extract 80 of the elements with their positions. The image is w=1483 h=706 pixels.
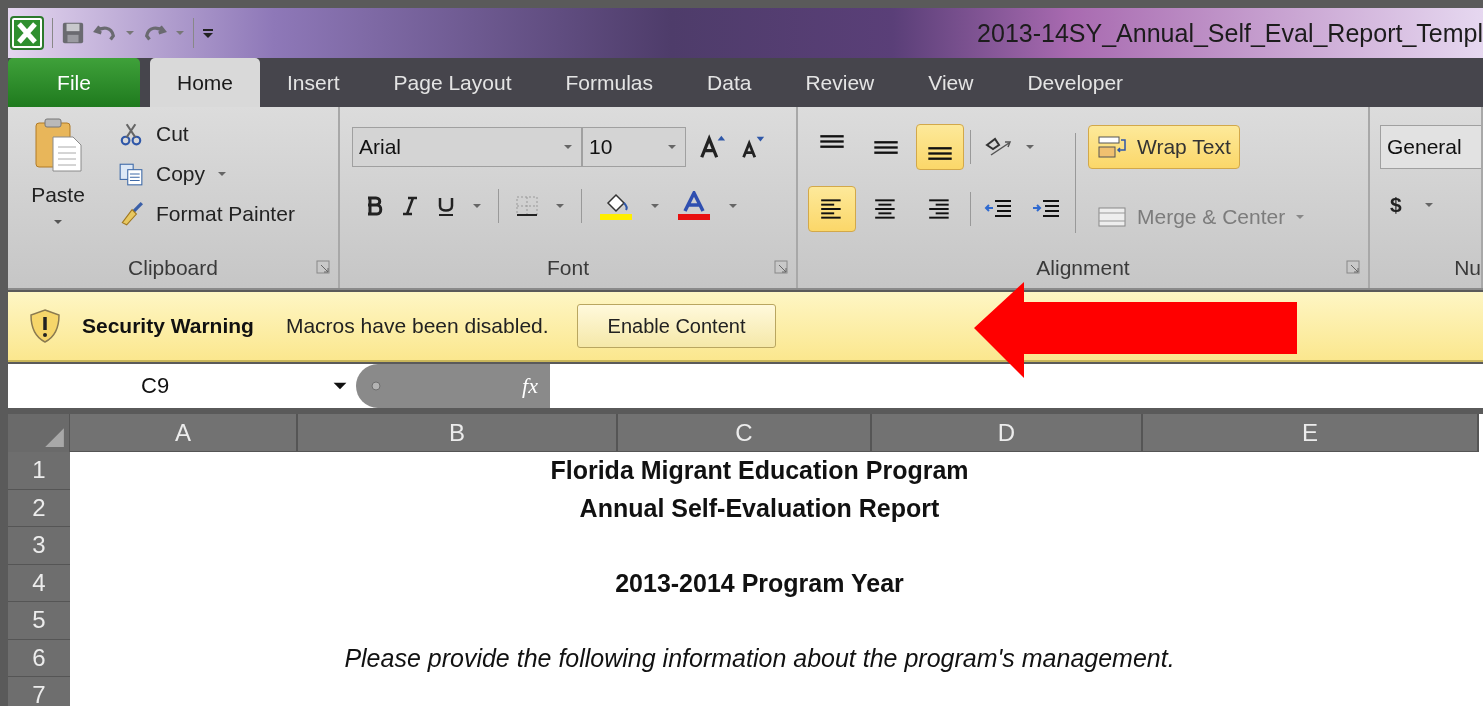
ribbon-tab[interactable]: View xyxy=(901,58,1001,107)
column-header[interactable]: D xyxy=(872,414,1143,452)
row-header[interactable]: 1 xyxy=(8,452,70,490)
ribbon-tab[interactable]: Developer xyxy=(1000,58,1151,107)
ribbon-tab[interactable]: Insert xyxy=(260,58,367,107)
ribbon-tab[interactable]: Page Layout xyxy=(366,58,539,107)
window-title: 2013-14SY_Annual_Self_Eval_Report_Templ xyxy=(977,18,1483,48)
enable-content-button[interactable]: Enable Content xyxy=(576,304,777,348)
font-color-icon[interactable] xyxy=(676,191,712,221)
clipboard-icon xyxy=(32,117,84,173)
row-header[interactable]: 5 xyxy=(8,602,70,640)
wrap-text-button[interactable]: Wrap Text xyxy=(1088,125,1240,169)
cell-text: Please provide the following information about the program's management. xyxy=(344,643,1175,673)
triangle-icon xyxy=(43,426,65,448)
grow-font-icon[interactable] xyxy=(698,133,726,161)
ribbon-tab[interactable]: Formulas xyxy=(538,58,681,107)
caret-icon xyxy=(53,219,63,225)
group-label: Alignment xyxy=(1036,256,1130,280)
warning-shield-icon xyxy=(28,308,62,344)
column-header[interactable]: C xyxy=(618,414,872,452)
name-box[interactable]: C9 xyxy=(8,364,356,408)
copy-button[interactable]: Copy xyxy=(118,157,295,191)
column-header[interactable]: B xyxy=(298,414,618,452)
scissors-icon xyxy=(118,121,144,147)
caret-icon xyxy=(563,144,573,150)
cell-text: Annual Self-Evaluation Report xyxy=(579,493,940,523)
excel-logo-icon[interactable] xyxy=(10,16,44,50)
cut-button[interactable]: Cut xyxy=(118,117,295,151)
row-header[interactable]: 7 xyxy=(8,677,70,706)
customize-menu-icon[interactable] xyxy=(202,27,214,39)
group-label: Nu xyxy=(1454,256,1481,280)
caret-icon[interactable] xyxy=(1423,202,1434,208)
align-button[interactable] xyxy=(916,124,964,170)
caret-icon[interactable] xyxy=(472,203,482,209)
caret-icon[interactable] xyxy=(650,203,660,209)
currency-button[interactable]: $ xyxy=(1380,193,1412,217)
dialog-launcher-icon[interactable] xyxy=(774,260,788,274)
caret-icon xyxy=(1295,214,1306,220)
align-lines-icon xyxy=(874,140,898,154)
security-message: Macros have been disabled. xyxy=(285,314,549,338)
cell-text: 2013-2014 Program Year xyxy=(615,568,904,598)
merge-cells-icon xyxy=(1097,205,1127,229)
column-header[interactable]: A xyxy=(70,414,298,452)
dialog-launcher-icon[interactable] xyxy=(1346,260,1360,274)
align-lines-icon xyxy=(928,146,952,160)
row-header[interactable]: 6 xyxy=(8,639,70,677)
align-lines-icon xyxy=(820,134,844,148)
group-label: Font xyxy=(547,256,589,280)
paste-button[interactable]: Paste xyxy=(8,117,108,225)
row-header[interactable]: 4 xyxy=(8,564,70,602)
save-icon[interactable] xyxy=(61,21,85,45)
circle-handle-icon[interactable] xyxy=(370,380,382,392)
borders-icon[interactable] xyxy=(515,194,539,218)
italic-icon[interactable] xyxy=(400,195,420,217)
underline-icon[interactable] xyxy=(436,195,456,217)
row-header[interactable]: 3 xyxy=(8,527,70,565)
ribbon-tab[interactable]: Review xyxy=(778,58,902,107)
cell-text: Florida Migrant Education Program xyxy=(550,456,969,486)
align-button[interactable] xyxy=(808,186,856,232)
wrap-text-icon xyxy=(1097,135,1127,159)
ribbon-tab[interactable]: Data xyxy=(680,58,779,107)
caret-icon[interactable] xyxy=(555,203,565,209)
number-format-field[interactable]: General xyxy=(1380,125,1481,169)
caret-icon xyxy=(217,171,228,177)
caret-icon[interactable] xyxy=(1025,144,1035,150)
caret-icon[interactable] xyxy=(728,203,738,209)
security-warning-title: Security Warning xyxy=(82,314,254,338)
copy-icon xyxy=(118,161,144,187)
font-name-field[interactable]: Arial xyxy=(352,127,582,167)
column-header[interactable]: E xyxy=(1143,414,1479,452)
row-header[interactable]: 2 xyxy=(8,489,70,527)
group-label: Clipboard xyxy=(128,256,218,280)
fill-color-icon[interactable] xyxy=(598,191,634,221)
dialog-launcher-icon[interactable] xyxy=(316,260,330,274)
font-size-field[interactable]: 10 xyxy=(582,127,686,167)
format-painter-button[interactable]: Format Painter xyxy=(118,197,295,231)
ribbon-tab[interactable]: Home xyxy=(150,58,261,107)
caret-icon xyxy=(667,144,677,150)
file-tab[interactable]: File xyxy=(8,58,140,107)
orientation-icon[interactable] xyxy=(983,135,1013,159)
